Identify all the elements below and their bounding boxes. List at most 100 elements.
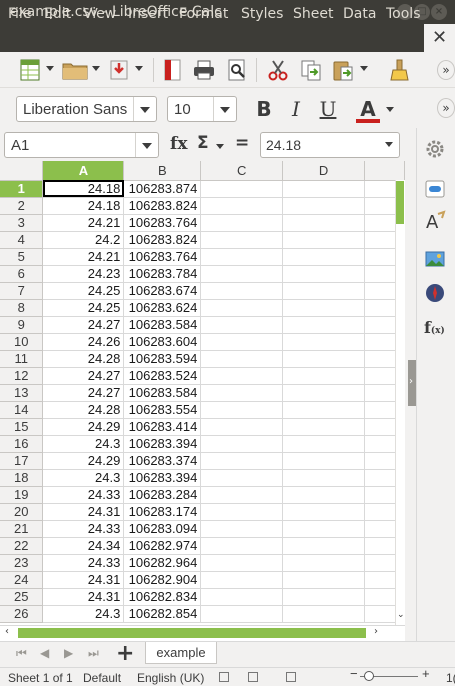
row-header[interactable]: 16 [0,435,44,453]
cell-b[interactable]: 106283.584 [123,384,202,402]
cell-d[interactable] [282,316,366,334]
row-header[interactable]: 3 [0,214,44,232]
selection-mode-icon[interactable] [286,672,296,682]
chevron-down-icon[interactable] [213,97,236,121]
row-header[interactable]: 7 [0,282,44,300]
cell-d[interactable] [282,452,366,470]
sum-button[interactable]: Σ [197,133,209,153]
row-header[interactable]: 2 [0,197,44,215]
copy-icon[interactable] [299,58,323,82]
cell-c[interactable] [200,554,284,572]
cell-c[interactable] [200,588,284,606]
cell-d[interactable] [282,299,366,317]
properties-icon[interactable] [424,178,446,200]
spreadsheet-grid[interactable]: A B C D 1 24.18 106283.874 2 24.18 106283.824… [0,161,405,625]
cell-c[interactable] [200,571,284,589]
vertical-scrollbar[interactable] [395,180,405,625]
row-header[interactable]: 22 [0,537,44,555]
cell-b[interactable]: 106283.824 [123,197,202,215]
row-header[interactable]: 9 [0,316,44,334]
first-sheet-arrow[interactable]: ⏮ [16,647,27,659]
prev-sheet-arrow[interactable]: ◀ [40,647,50,659]
cell-c[interactable] [200,486,284,504]
row-header[interactable]: 23 [0,554,44,572]
row-header[interactable]: 21 [0,520,44,538]
cell-c[interactable] [200,503,284,521]
cell-c[interactable] [200,469,284,487]
cell-a[interactable]: 24.2 [42,231,125,249]
cell-b[interactable]: 106283.394 [123,469,202,487]
row-header[interactable]: 24 [0,571,44,589]
cell-d[interactable] [282,248,366,266]
row-header[interactable]: 14 [0,401,44,419]
row-header[interactable]: 25 [0,588,44,606]
cell-b[interactable]: 106282.834 [123,588,202,606]
cell-d[interactable] [282,486,366,504]
cell-a[interactable]: 24.23 [42,265,125,283]
menu-view[interactable]: View [83,6,116,22]
cell-d[interactable] [282,605,366,623]
row-header[interactable]: 11 [0,350,44,368]
paste-icon[interactable] [331,58,355,82]
italic-button[interactable]: I [284,96,308,122]
cell-a[interactable]: 24.27 [42,384,125,402]
cell-c[interactable] [200,452,284,470]
cell-b[interactable]: 106283.764 [123,214,202,232]
cell-d[interactable] [282,333,366,351]
row-header[interactable]: 18 [0,469,44,487]
next-sheet-arrow[interactable]: ▶ [64,647,74,659]
cell-a[interactable]: 24.29 [42,418,125,436]
cell-b[interactable]: 106283.594 [123,350,202,368]
cell-d[interactable] [282,503,366,521]
cell-b[interactable]: 106283.554 [123,401,202,419]
underline-button[interactable]: U [316,96,340,122]
cell-a[interactable]: 24.29 [42,452,125,470]
cell-a[interactable]: 24.34 [42,537,125,555]
cell-b[interactable]: 106283.874 [123,180,202,198]
cell-c[interactable] [200,350,284,368]
cell-d[interactable] [282,537,366,555]
zoom-out-button[interactable]: − [350,666,358,681]
column-header-a[interactable]: A [42,161,125,181]
cell-a[interactable]: 24.3 [42,469,125,487]
cell-d[interactable] [282,520,366,538]
menu-file[interactable]: File [8,6,31,22]
save-dropdown-arrow[interactable] [135,66,143,71]
cell-d[interactable] [282,265,366,283]
cell-c[interactable] [200,333,284,351]
formula-button[interactable]: = [235,133,249,153]
row-header[interactable]: 13 [0,384,44,402]
menu-format[interactable]: Format [179,6,228,22]
cell-c[interactable] [200,418,284,436]
expand-formula-bar-arrow[interactable] [385,142,393,147]
cell-d[interactable] [282,367,366,385]
row-header[interactable]: 15 [0,418,44,436]
row-header[interactable]: 20 [0,503,44,521]
cell-c[interactable] [200,248,284,266]
menu-insert[interactable]: Insert [128,6,168,22]
language-status[interactable]: English (UK) [137,671,204,685]
open-folder-icon[interactable] [61,58,89,82]
cell-c[interactable] [200,435,284,453]
chevron-down-icon[interactable] [133,97,156,121]
cell-c[interactable] [200,520,284,538]
menu-styles[interactable]: Styles [241,6,283,22]
cell-b[interactable]: 106283.524 [123,367,202,385]
cell-a[interactable]: 24.21 [42,248,125,266]
cell-a[interactable]: 24.28 [42,401,125,419]
cell-d[interactable] [282,401,366,419]
gear-icon[interactable] [424,138,446,160]
cell-b[interactable]: 106283.414 [123,418,202,436]
cut-icon[interactable] [266,58,290,82]
cell-a[interactable]: 24.33 [42,554,125,572]
save-icon[interactable] [107,58,131,82]
cell-c[interactable] [200,401,284,419]
new-dropdown-arrow[interactable] [46,66,54,71]
cell-b[interactable]: 106282.854 [123,605,202,623]
formula-input[interactable]: 24.18 [260,132,400,158]
cell-c[interactable] [200,537,284,555]
cell-c[interactable] [200,197,284,215]
row-header[interactable]: 17 [0,452,44,470]
cell-c[interactable] [200,282,284,300]
zoom-in-button[interactable]: + [422,666,430,681]
